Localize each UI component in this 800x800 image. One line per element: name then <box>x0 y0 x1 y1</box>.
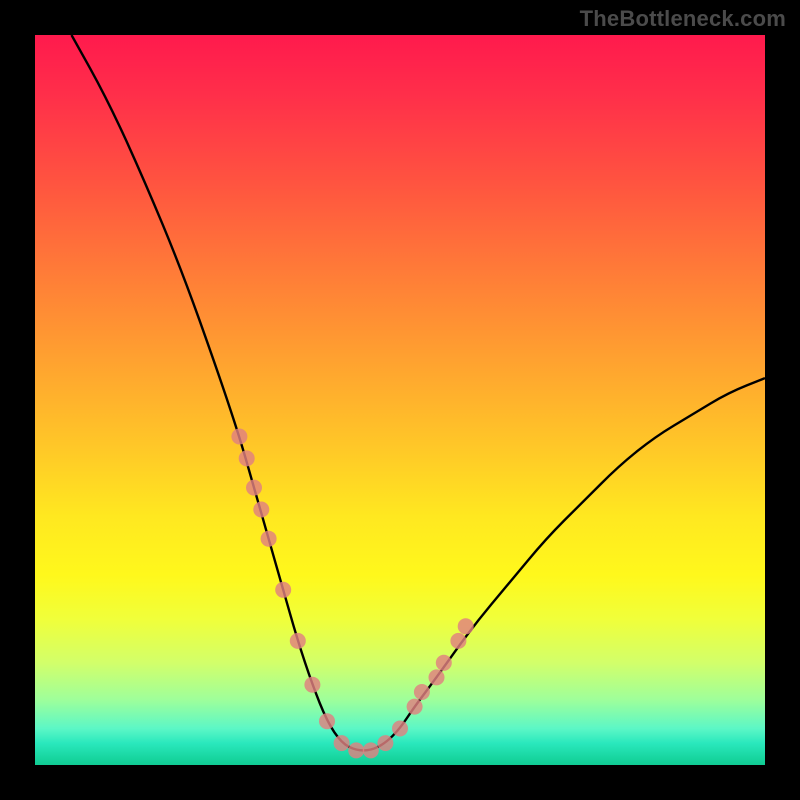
marker-point <box>290 633 306 649</box>
marker-point <box>246 480 262 496</box>
marker-point <box>450 633 466 649</box>
marker-point <box>458 618 474 634</box>
marker-point <box>377 735 393 751</box>
marker-point <box>348 742 364 758</box>
chart-overlay-svg <box>35 35 765 765</box>
marker-point <box>334 735 350 751</box>
marker-group <box>231 429 473 759</box>
marker-point <box>253 502 269 518</box>
marker-point <box>231 429 247 445</box>
marker-point <box>304 677 320 693</box>
watermark-text: TheBottleneck.com <box>580 6 786 32</box>
marker-point <box>275 582 291 598</box>
marker-point <box>239 450 255 466</box>
curve-group <box>72 35 766 750</box>
marker-point <box>261 531 277 547</box>
marker-point <box>319 713 335 729</box>
marker-point <box>392 721 408 737</box>
marker-point <box>429 669 445 685</box>
marker-point <box>436 655 452 671</box>
marker-point <box>363 742 379 758</box>
marker-point <box>407 699 423 715</box>
bottleneck-curve-path <box>72 35 766 750</box>
chart-frame: TheBottleneck.com <box>0 0 800 800</box>
marker-point <box>414 684 430 700</box>
plot-area <box>35 35 765 765</box>
